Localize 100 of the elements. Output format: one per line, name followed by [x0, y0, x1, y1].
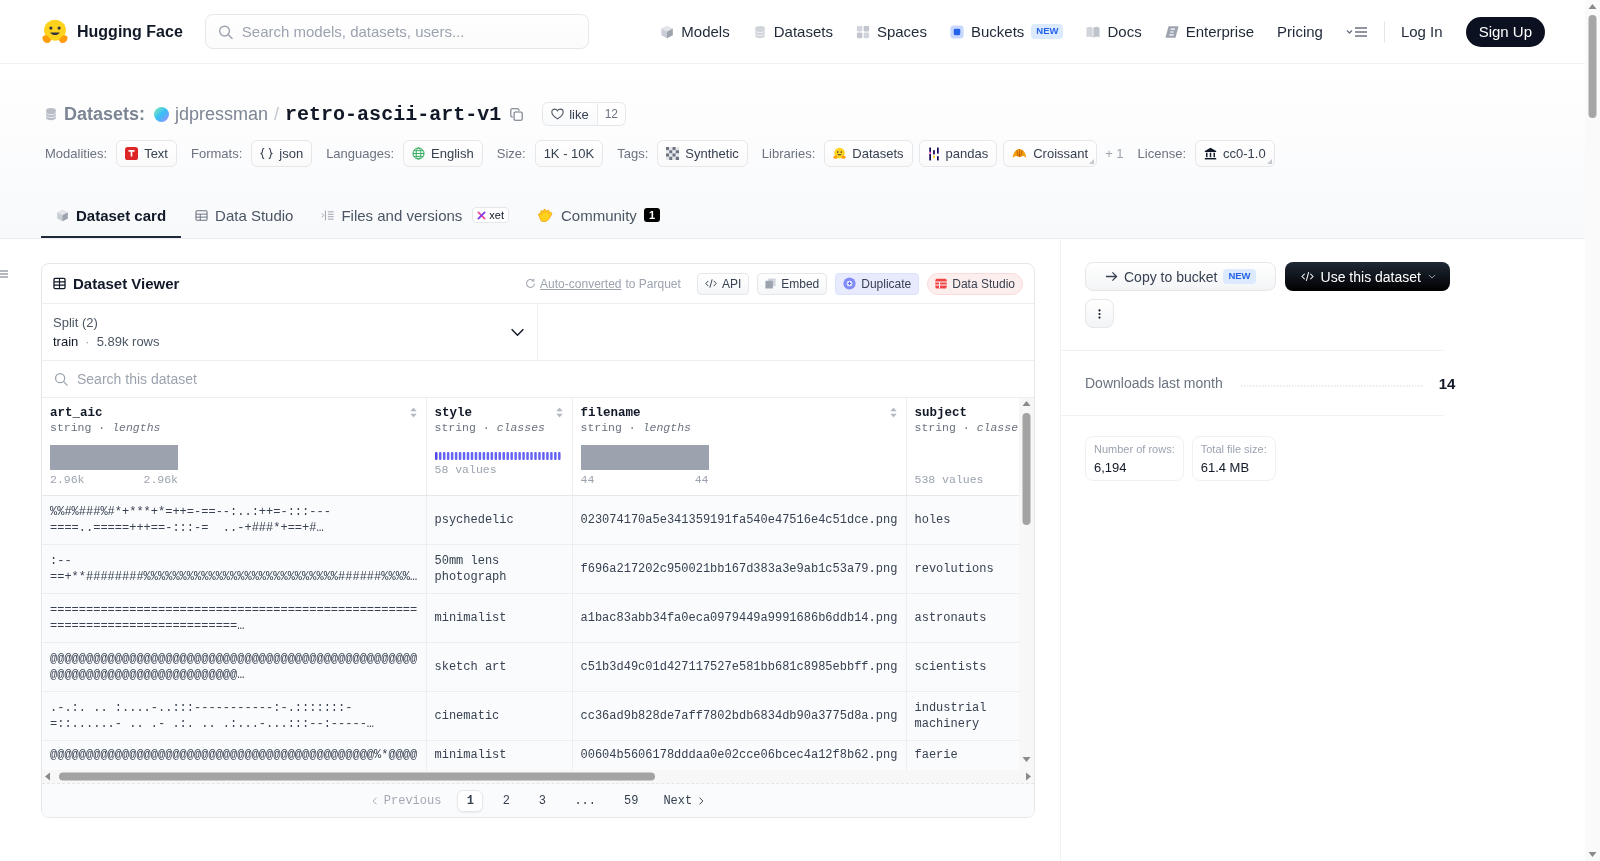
tag-chip[interactable]: 1K - 10K: [534, 140, 604, 167]
cube-icon: [56, 208, 69, 222]
nav-link[interactable]: Datasets: [752, 23, 833, 40]
grid-icon: [855, 24, 870, 39]
like-button[interactable]: like: [542, 102, 598, 126]
page-link[interactable]: ...: [565, 789, 605, 812]
like-count: 12: [597, 102, 627, 126]
table-cell: .-.:. .. :....-..:::-----------:-.:::::::- =::......- .. .- .:. .. .:...-...:::--:-----…: [42, 691, 426, 740]
tab[interactable]: Data Studio: [181, 194, 308, 238]
values-count: 58 values: [434, 462, 498, 478]
table-cell: =================================================== ==========================…: [42, 593, 426, 642]
table-icon: [195, 208, 209, 222]
toolbar-button[interactable]: Embed: [757, 272, 828, 295]
chevron-left-icon: [371, 795, 378, 806]
table-cell: astronauts: [906, 593, 1019, 642]
table-cell: revolutions: [906, 544, 1019, 593]
column-type: string · classe: [914, 420, 1019, 435]
nav-link[interactable]: Buckets NEW: [949, 23, 1064, 40]
table-cell: @@@@@@@@@@@@@@@@@@@@@@@@@@@@@@@@@@@@@@@@@@@@@@@@@@@ @@@@@@@@@@@@@@@@@@@@@@@@@@…: [42, 642, 426, 691]
code-icon: [704, 278, 717, 289]
heart-icon: [551, 108, 565, 120]
next-page-link[interactable]: Next: [657, 793, 711, 808]
column-type: string · lengths: [580, 420, 692, 435]
column-name: style: [434, 405, 472, 420]
repo-name: retro-ascii-art-v1: [285, 102, 502, 126]
sort-icon[interactable]: [554, 406, 564, 419]
toolbar-button[interactable]: API: [696, 272, 750, 295]
table-cell: @@@@@@@@@@@@@@@@@@@@@@@@@@@@@@@@@@@@@@@@@@@@@%*@@@@: [42, 740, 426, 770]
table-cell: holes: [906, 495, 1019, 544]
page-link[interactable]: 2: [493, 789, 520, 812]
column-name: art_aic: [50, 405, 103, 420]
tag-chip[interactable]: json: [251, 140, 313, 167]
tab[interactable]: Dataset card: [41, 194, 182, 238]
nav-link[interactable]: Enterprise: [1164, 23, 1255, 40]
nav-link[interactable]: Docs: [1086, 23, 1142, 40]
horizontal-scrollbar[interactable]: [42, 770, 1034, 783]
menu-icon[interactable]: [0, 270, 8, 278]
meta-label: Formats:: [191, 146, 243, 161]
sort-icon[interactable]: [408, 406, 418, 419]
more-button[interactable]: [1085, 299, 1114, 328]
code-icon: [1300, 271, 1314, 282]
copy-to-bucket-button[interactable]: Copy to bucket NEW: [1085, 262, 1276, 291]
copy-icon[interactable]: [510, 107, 524, 121]
meta-label: Modalities:: [45, 146, 108, 161]
stat-label: Number of rows:: [1094, 443, 1175, 455]
search-field[interactable]: Search this dataset: [42, 361, 1034, 397]
avatar-icon: [154, 106, 170, 122]
sort-icon[interactable]: [888, 406, 898, 419]
column-type: string · classes: [434, 420, 546, 435]
table-cell: minimalist: [426, 593, 572, 642]
page-link[interactable]: 1: [457, 789, 484, 812]
page-link[interactable]: 3: [529, 789, 556, 812]
tag-chip[interactable]: Datasets: [824, 140, 913, 167]
bars-icon: [927, 146, 940, 161]
meta-label: Languages:: [326, 146, 395, 161]
login-link[interactable]: Log In: [1400, 23, 1443, 40]
values-count: 538 values: [914, 472, 985, 488]
search-field[interactable]: Search models, datasets, users...: [204, 14, 589, 49]
nav-link[interactable]: Models: [660, 23, 730, 40]
table-icon: [53, 277, 66, 290]
list-icon: [321, 208, 335, 222]
nav-link[interactable]: Spaces: [855, 23, 927, 40]
column-name: subject: [914, 405, 967, 420]
table-cell: %%#%###%#*+***+*=++=-==--:..:++=-:::--- ====..=====+++==-:::-= ..-+###*+==+#…: [42, 495, 426, 544]
caret-down-icon: [1427, 274, 1436, 279]
cube-icon: [660, 24, 675, 39]
table-cell: sketch art: [426, 642, 572, 691]
database-icon: [44, 107, 58, 121]
chevron-menu-icon[interactable]: [1345, 25, 1368, 38]
tab[interactable]: Files and versions xet: [307, 194, 523, 238]
stat-label: Total file size:: [1200, 443, 1267, 455]
tag-chip[interactable]: English: [403, 140, 483, 167]
table-cell: cinematic: [426, 691, 572, 740]
tag-chip[interactable]: Synthetic: [657, 140, 748, 167]
tag-chip[interactable]: Text: [116, 140, 177, 167]
path-separator: /: [274, 103, 280, 125]
table-cell: psychedelic: [426, 495, 572, 544]
stacked-pages-icon: [765, 278, 777, 289]
owner-link[interactable]: jdpressman: [175, 103, 269, 125]
toolbar-button[interactable]: Data Studio: [927, 272, 1023, 295]
nav-link[interactable]: Pricing: [1277, 23, 1323, 40]
page-link[interactable]: 59: [615, 789, 648, 812]
new-badge: NEW: [1223, 269, 1256, 284]
tab[interactable]: Community 1: [523, 194, 674, 238]
histogram-min-label: 2.96k: [50, 472, 85, 488]
tag-chip[interactable]: cc0-1.0: [1195, 140, 1275, 167]
chevron-right-icon: [698, 795, 705, 806]
vertical-scrollbar[interactable]: [1019, 398, 1034, 770]
slanted-tile-icon: [1164, 24, 1179, 39]
use-dataset-button[interactable]: Use this dataset: [1284, 262, 1450, 291]
meta-label: License:: [1137, 146, 1186, 161]
table-cell: minimalist: [426, 740, 572, 770]
tag-chip[interactable]: pandas: [918, 140, 998, 167]
toolbar-button[interactable]: Duplicate: [835, 272, 920, 295]
corner-triangle-icon: [1266, 159, 1272, 164]
stat-value: 61.4 MB: [1200, 460, 1251, 475]
brand-link[interactable]: Hugging Face: [41, 17, 183, 46]
tag-chip[interactable]: Croissant: [1003, 140, 1098, 167]
signup-button[interactable]: Sign Up: [1465, 16, 1545, 47]
corner-triangle-icon: [1089, 159, 1095, 164]
